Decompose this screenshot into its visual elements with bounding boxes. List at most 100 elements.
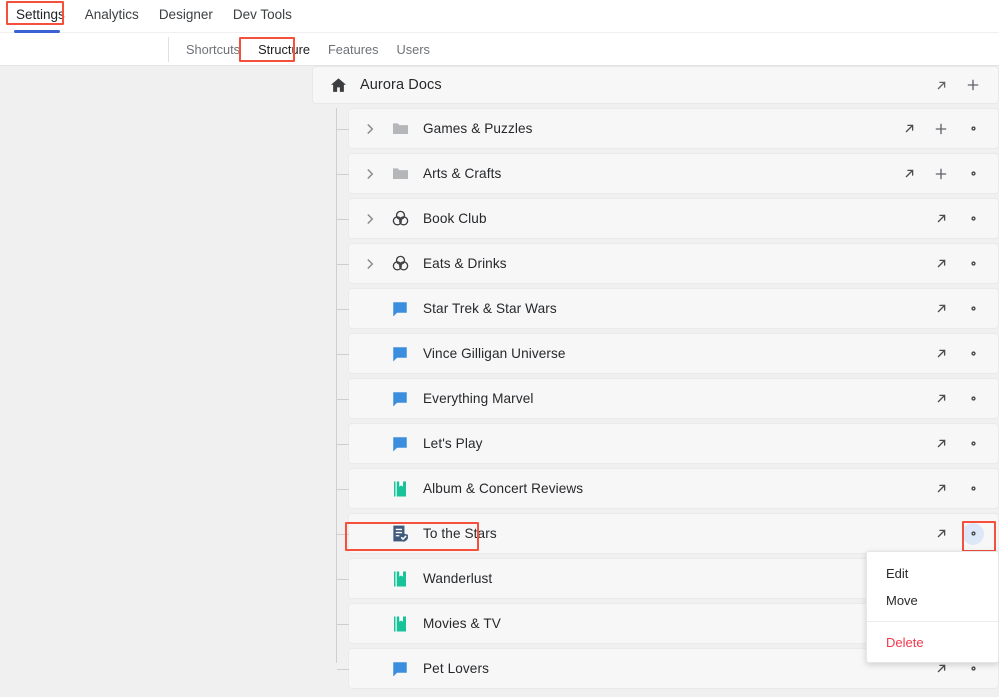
tree-connector [337,579,349,580]
tree-row[interactable]: Album & Concert Reviews [337,468,999,509]
subnav-divider [168,37,169,62]
tree-connector [337,354,349,355]
row-context-menu: Edit Move Delete [866,551,999,663]
tree-row-label: Vince Gilligan Universe [423,346,566,361]
tree-row-label: Star Trek & Star Wars [423,301,557,316]
gear-icon[interactable] [962,253,984,275]
tree-root-row[interactable]: Aurora Docs [312,66,999,104]
chevron-right-icon[interactable] [357,257,383,271]
open-external-icon[interactable] [930,433,952,455]
chat-bubble-icon [389,660,411,678]
context-menu-item-edit[interactable]: Edit [867,560,998,587]
tree-row-label: Games & Puzzles [423,121,533,136]
folder-icon [389,164,411,183]
book-icon [389,615,411,633]
add-icon[interactable] [930,118,952,140]
chevron-right-icon[interactable] [357,212,383,226]
open-external-icon[interactable] [930,74,952,96]
tree-row-label: Book Club [423,211,487,226]
secondary-navigation: Shortcuts Structure Features Users [0,33,999,66]
book-icon [389,480,411,498]
gear-icon[interactable] [962,388,984,410]
group-icon [389,254,411,273]
tree-row[interactable]: Let's Play [337,423,999,464]
tree-row-label: Album & Concert Reviews [423,481,584,496]
gear-icon[interactable] [962,478,984,500]
chat-bubble-icon [389,300,411,318]
context-menu-item-delete[interactable]: Delete [867,629,998,656]
tree-row[interactable]: Arts & Crafts [337,153,999,194]
tab-shortcuts[interactable]: Shortcuts [177,39,249,60]
tree-row-actions [930,522,984,545]
topnav-item-dev-tools[interactable]: Dev Tools [223,0,302,23]
tree-connector [337,624,349,625]
tree-row[interactable]: Book Club [337,198,999,239]
tree-row[interactable]: To the Stars [337,513,999,554]
open-external-icon[interactable] [930,388,952,410]
tree-row-actions [930,433,984,455]
topnav-item-settings[interactable]: Settings [6,0,75,23]
tree-row-label: To the Stars [423,526,497,541]
gear-icon[interactable] [962,118,984,140]
tree-row-actions [930,343,984,365]
tree-root-label: Aurora Docs [360,77,442,93]
open-external-icon[interactable] [930,523,952,545]
gear-icon[interactable] [962,433,984,455]
tree-connector [337,309,349,310]
chat-bubble-icon [389,345,411,363]
tree-row-actions [930,478,984,500]
tab-users[interactable]: Users [388,39,439,60]
tree-row-label: Pet Lovers [423,661,489,676]
gear-icon[interactable] [962,163,984,185]
tree-row-actions [930,208,984,230]
open-external-icon[interactable] [930,208,952,230]
tree-connector [337,174,349,175]
add-icon[interactable] [930,163,952,185]
open-external-icon[interactable] [930,298,952,320]
topnav-item-designer[interactable]: Designer [149,0,223,23]
tree-row[interactable]: Eats & Drinks [337,243,999,284]
tree-connector [337,489,349,490]
open-external-icon[interactable] [898,118,920,140]
chat-bubble-icon [389,435,411,453]
tree-connector [337,219,349,220]
gear-icon[interactable] [962,298,984,320]
tree-row-label: Movies & TV [423,616,501,631]
tree-row-actions [930,388,984,410]
tree-row[interactable]: Everything Marvel [337,378,999,419]
open-external-icon[interactable] [930,478,952,500]
tree-row-actions [930,298,984,320]
context-menu-separator [867,621,998,622]
gear-icon[interactable] [962,208,984,230]
tree-connector [337,534,349,535]
open-external-icon[interactable] [930,343,952,365]
tree-row-label: Let's Play [423,436,483,451]
group-icon [389,209,411,228]
tree-row-label: Wanderlust [423,571,493,586]
home-icon [329,76,348,95]
tree-row-actions [898,118,984,140]
open-external-icon[interactable] [898,163,920,185]
tree-connector [337,129,349,130]
tree-row-label: Everything Marvel [423,391,534,406]
topnav-item-analytics[interactable]: Analytics [75,0,149,23]
tree-row-actions [898,163,984,185]
tree-connector [337,399,349,400]
gear-icon[interactable] [962,522,984,545]
tree-row[interactable]: Games & Puzzles [337,108,999,149]
chevron-right-icon[interactable] [357,122,383,136]
chat-bubble-icon [389,390,411,408]
context-menu-item-move[interactable]: Move [867,587,998,614]
tab-features[interactable]: Features [319,39,388,60]
gear-icon[interactable] [962,343,984,365]
folder-icon [389,119,411,138]
tree-connector [337,444,349,445]
tree-row[interactable]: Vince Gilligan Universe [337,333,999,374]
tab-structure[interactable]: Structure [249,39,319,60]
tree-connector [337,669,349,670]
open-external-icon[interactable] [930,253,952,275]
chevron-right-icon[interactable] [357,167,383,181]
add-icon[interactable] [962,74,984,96]
tree-row[interactable]: Star Trek & Star Wars [337,288,999,329]
tree-row-actions [930,253,984,275]
